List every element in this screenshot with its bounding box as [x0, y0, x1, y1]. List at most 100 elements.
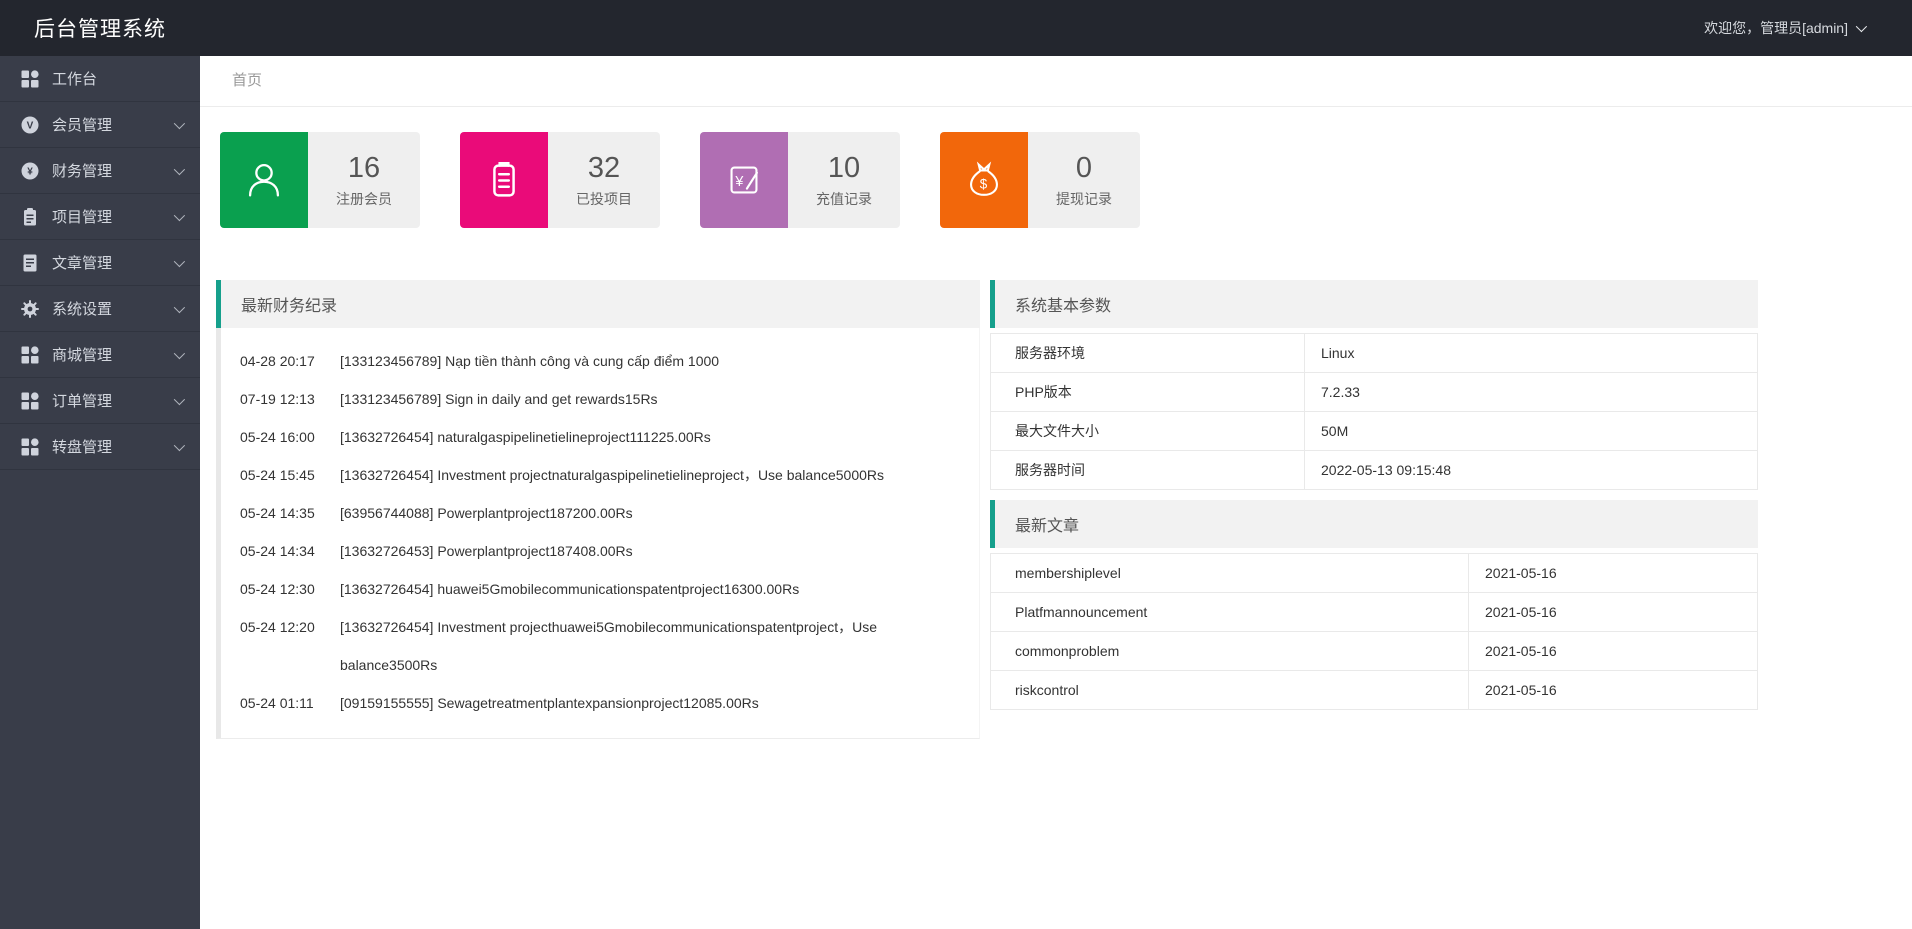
svg-text:V: V	[27, 120, 34, 131]
welcome-text: 欢迎您，管理员[admin]	[1704, 20, 1848, 36]
grid-icon	[21, 345, 39, 363]
grid-icon	[21, 69, 39, 87]
finance-record: 05-24 12:20 [13632726454] Investment proj…	[240, 608, 951, 684]
breadcrumb: 首页	[200, 56, 1912, 107]
sidebar-item-projects[interactable]: 项目管理	[0, 194, 200, 240]
article-title: riskcontrol	[990, 670, 1469, 710]
article-title: commonproblem	[990, 631, 1469, 671]
svg-text:$: $	[980, 177, 988, 192]
sidebar: 工作台 V 会员管理 ¥ 财务管理 项目管理 文章管理 系统设置 商城管理 订单…	[0, 56, 200, 929]
stat-card-withdrawal-records[interactable]: $ 0 提现记录	[940, 132, 1140, 228]
finance-record: 07-19 12:13 [133123456789] Sign in daily …	[240, 380, 951, 418]
param-label: 服务器环境	[990, 333, 1305, 373]
stat-card-invested-projects[interactable]: 32 已投项目	[460, 132, 660, 228]
sidebar-item-settings[interactable]: 系统设置	[0, 286, 200, 332]
finance-icon: ¥	[21, 162, 39, 179]
table-row: 最大文件大小 50M	[990, 411, 1758, 451]
recharge-icon: ¥	[700, 132, 788, 228]
record-text: [13632726454] naturalgaspipelinetielinep…	[340, 429, 711, 445]
table-row: PHP版本 7.2.33	[990, 372, 1758, 412]
param-label: PHP版本	[990, 372, 1305, 412]
sidebar-item-finance[interactable]: ¥ 财务管理	[0, 148, 200, 194]
article-date: 2021-05-16	[1468, 670, 1758, 710]
stat-label: 已投项目	[576, 190, 632, 207]
stat-value: 10	[827, 151, 861, 184]
article-date: 2021-05-16	[1468, 592, 1758, 632]
stat-label: 充值记录	[816, 190, 872, 207]
chevron-down-icon	[173, 255, 186, 267]
stat-value: 0	[1075, 151, 1093, 184]
record-text: [133123456789] Nạp tiền thành công và cu…	[340, 353, 720, 369]
admin-dashboard-page: 后台管理系统 欢迎您，管理员[admin] 工作台 V 会员管理 ¥ 财务管理	[0, 0, 1912, 929]
system-params-panel: 系统基本参数 服务器环境 Linux PHP版本 7.2.33 最大文件大小 5…	[990, 280, 1758, 490]
record-time: 05-24 12:20	[240, 619, 315, 635]
svg-text:¥: ¥	[27, 166, 33, 177]
sidebar-item-label: 订单管理	[52, 393, 113, 410]
table-row: Platfmannouncement 2021-05-16	[990, 592, 1758, 632]
app-title: 后台管理系统	[34, 18, 166, 41]
sidebar-item-orders[interactable]: 订单管理	[0, 378, 200, 424]
chevron-down-icon	[173, 301, 186, 313]
record-text: [13632726454] Investment projecthuawei5G…	[340, 619, 877, 673]
param-value: 2022-05-13 09:15:48	[1304, 450, 1758, 490]
articles-table: membershiplevel 2021-05-16 Platfmannounc…	[990, 553, 1758, 710]
main-content: 首页 16 注册会员 32 已投项目 ¥ 10 充值记录 $ 0 提现记录 最新…	[200, 56, 1912, 929]
stat-cards: 16 注册会员 32 已投项目 ¥ 10 充值记录 $ 0 提现记录	[220, 132, 1912, 228]
sidebar-item-articles[interactable]: 文章管理	[0, 240, 200, 286]
sidebar-item-mall[interactable]: 商城管理	[0, 332, 200, 378]
param-value: 50M	[1304, 411, 1758, 451]
record-time: 05-24 12:30	[240, 581, 315, 597]
svg-text:¥: ¥	[734, 174, 743, 190]
record-time: 05-24 15:45	[240, 467, 315, 483]
sidebar-item-label: 系统设置	[52, 301, 113, 318]
panel-title: 系统基本参数	[990, 280, 1758, 328]
breadcrumb-home-link[interactable]: 首页	[232, 72, 262, 89]
chevron-down-icon	[1855, 20, 1868, 33]
finance-record: 05-24 14:34 [13632726453] Powerplantproje…	[240, 532, 951, 570]
article-icon	[23, 254, 37, 271]
table-row: membershiplevel 2021-05-16	[990, 553, 1758, 593]
sidebar-item-workbench[interactable]: 工作台	[0, 56, 200, 102]
panel-title: 最新财务纪录	[216, 280, 980, 328]
user-dropdown[interactable]: 欢迎您，管理员[admin]	[1704, 18, 1912, 38]
member-icon: V	[21, 116, 39, 133]
article-date: 2021-05-16	[1468, 553, 1758, 593]
finance-record: 05-24 16:00 [13632726454] naturalgaspipel…	[240, 418, 951, 456]
user-icon	[220, 132, 308, 228]
finance-records-panel: 最新财务纪录 04-28 20:17 [133123456789] Nạp tiề…	[216, 280, 980, 739]
record-time: 05-24 14:35	[240, 505, 315, 521]
project-icon	[24, 207, 36, 225]
stat-label: 提现记录	[1056, 190, 1112, 207]
article-date: 2021-05-16	[1468, 631, 1758, 671]
record-text: [13632726454] huawei5Gmobilecommunicatio…	[340, 581, 800, 597]
stat-card-recharge-records[interactable]: ¥ 10 充值记录	[700, 132, 900, 228]
record-time: 05-24 01:11	[240, 695, 314, 711]
sidebar-item-label: 转盘管理	[52, 439, 113, 456]
param-value: Linux	[1304, 333, 1758, 373]
chevron-down-icon	[173, 439, 186, 451]
table-row: 服务器时间 2022-05-13 09:15:48	[990, 450, 1758, 490]
clipboard-icon	[460, 132, 548, 228]
record-time: 05-24 16:00	[240, 429, 315, 445]
sidebar-item-label: 工作台	[52, 71, 98, 88]
table-row: commonproblem 2021-05-16	[990, 631, 1758, 671]
sidebar-item-members[interactable]: V 会员管理	[0, 102, 200, 148]
finance-record: 05-24 14:35 [63956744088] Powerplantproje…	[240, 494, 951, 532]
panel-title: 最新文章	[990, 500, 1758, 548]
stat-card-registered-members[interactable]: 16 注册会员	[220, 132, 420, 228]
sidebar-item-label: 文章管理	[52, 255, 113, 272]
topbar: 后台管理系统 欢迎您，管理员[admin]	[0, 0, 1912, 56]
stat-label: 注册会员	[336, 190, 392, 207]
record-time: 05-24 14:34	[240, 543, 315, 559]
sidebar-item-wheel[interactable]: 转盘管理	[0, 424, 200, 470]
record-text: [13632726453] Powerplantproject187408.00…	[340, 543, 633, 559]
record-text: [09159155555] Sewagetreatmentplantexpans…	[340, 695, 759, 711]
article-title: Platfmannouncement	[990, 592, 1469, 632]
param-label: 最大文件大小	[990, 411, 1305, 451]
record-time: 04-28 20:17	[240, 353, 315, 369]
chevron-down-icon	[173, 347, 186, 359]
stat-value: 16	[347, 151, 381, 184]
grid-icon	[21, 391, 39, 409]
article-title: membershiplevel	[990, 553, 1469, 593]
latest-articles-panel: 最新文章 membershiplevel 2021-05-16 Platfman…	[990, 500, 1758, 710]
